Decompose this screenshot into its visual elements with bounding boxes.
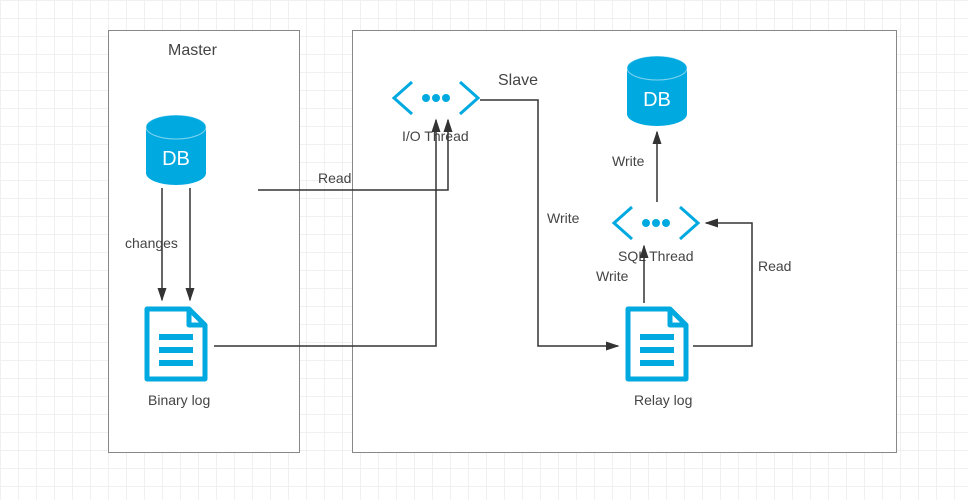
thread-icon — [608, 205, 704, 241]
changes-label: changes — [125, 235, 178, 251]
master-db-label: DB — [143, 148, 209, 171]
thread-icon — [388, 80, 484, 116]
document-icon — [622, 305, 692, 385]
read-label: Read — [318, 170, 351, 186]
slave-db-label: DB — [624, 89, 690, 112]
write-sql-db-label: Write — [612, 153, 644, 169]
slave-title: Slave — [498, 72, 538, 90]
write-io-relay-label: Write — [547, 210, 579, 226]
read-relay-sql-label: Read — [758, 258, 791, 274]
binary-log-label: Binary log — [148, 392, 210, 408]
master-title: Master — [168, 42, 217, 60]
sql-thread-label: SQL Thread — [618, 248, 694, 264]
io-thread-label: I/O Thread — [402, 128, 469, 144]
document-icon — [141, 305, 211, 385]
write-relay-sql-label: Write — [596, 268, 628, 284]
relay-log-label: Relay log — [634, 392, 692, 408]
